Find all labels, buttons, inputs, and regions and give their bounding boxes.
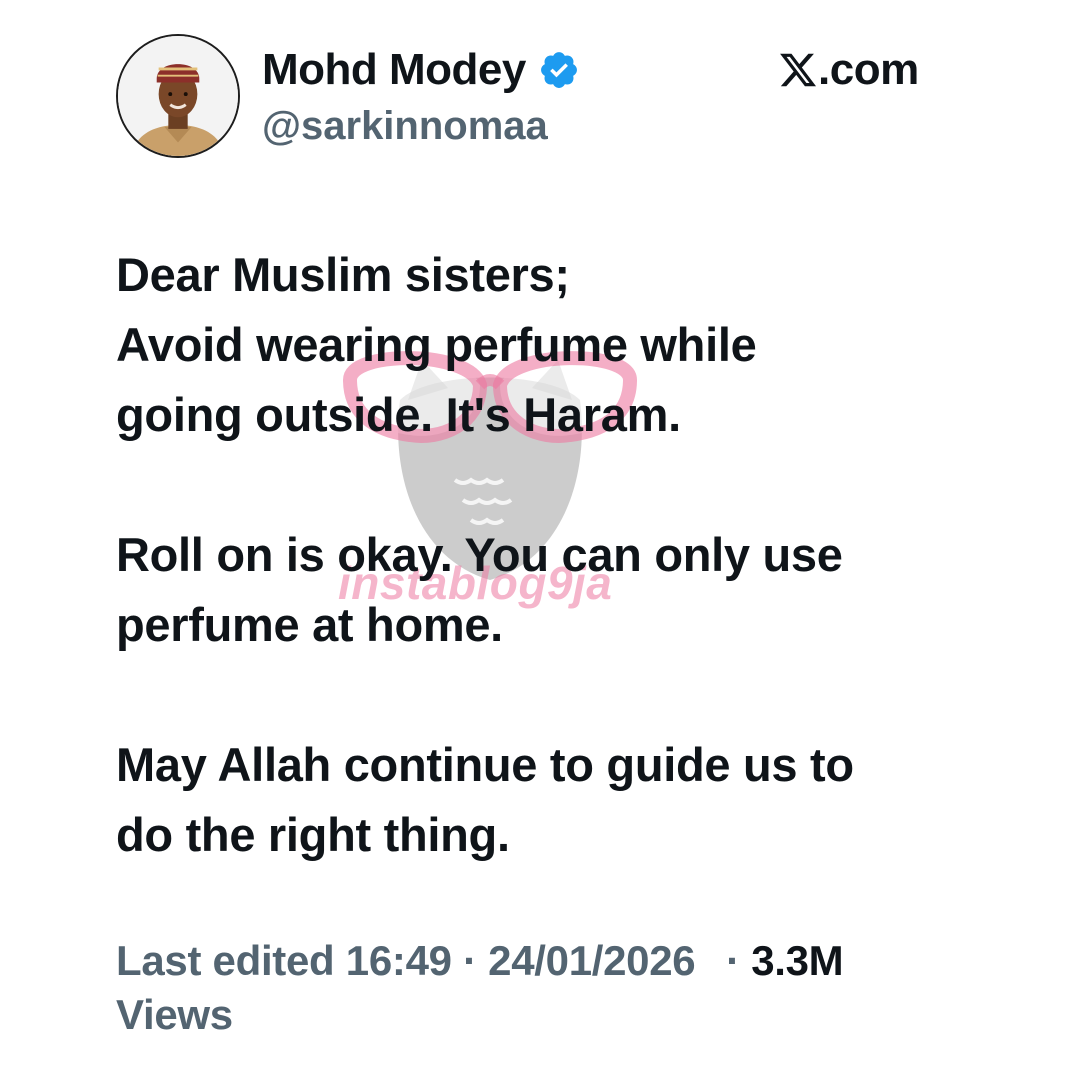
post-line: May Allah continue to guide us to xyxy=(116,738,854,791)
meta-separator: · xyxy=(726,937,740,984)
post-paragraph: Roll on is okay. You can only use perfum… xyxy=(116,520,976,660)
post-line: Roll on is okay. You can only use xyxy=(116,528,843,581)
post-paragraph: Dear Muslim sisters; Avoid wearing perfu… xyxy=(116,240,976,450)
post-line: Dear Muslim sisters; xyxy=(116,248,570,301)
meta-separator: · xyxy=(463,937,477,984)
views-count: 3.3M xyxy=(751,937,844,984)
author-avatar[interactable] xyxy=(116,34,240,158)
platform-domain: .com xyxy=(818,45,919,94)
post-line: do the right thing. xyxy=(116,808,510,861)
post-date[interactable]: 24/01/2026 xyxy=(488,937,696,984)
post-time[interactable]: 16:49 xyxy=(346,937,452,984)
edited-label[interactable]: Last edited xyxy=(116,937,335,984)
profile-photo xyxy=(118,36,238,156)
post-text: Dear Muslim sisters; Avoid wearing perfu… xyxy=(116,240,976,870)
author-display-name[interactable]: Mohd Modey xyxy=(262,48,526,92)
post-line: perfume at home. xyxy=(116,598,503,651)
platform-label: .com xyxy=(778,46,919,94)
author-name-row: Mohd Modey xyxy=(262,42,580,98)
post-meta: Last edited 16:49 · 24/01/2026 · 3.3M Vi… xyxy=(116,934,976,1042)
views-label: Views xyxy=(116,991,233,1038)
post-line: going outside. It's Haram. xyxy=(116,388,681,441)
author-handle[interactable]: @sarkinnomaa xyxy=(262,106,548,146)
x-logo-icon xyxy=(778,50,818,90)
post-paragraph: May Allah continue to guide us to do the… xyxy=(116,730,976,870)
verified-badge-icon xyxy=(538,49,580,91)
post-card: Mohd Modey @sarkinnomaa .com instablog9j… xyxy=(0,0,1080,1080)
post-line: Avoid wearing perfume while xyxy=(116,318,757,371)
